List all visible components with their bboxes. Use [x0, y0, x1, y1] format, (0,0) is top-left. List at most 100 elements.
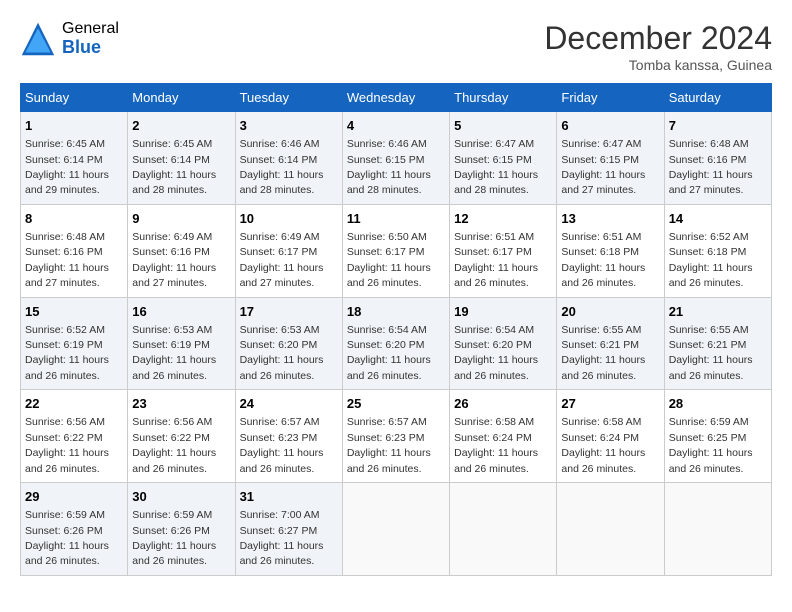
- calendar-table: Sunday Monday Tuesday Wednesday Thursday…: [20, 83, 772, 576]
- col-sunday: Sunday: [21, 84, 128, 112]
- day-number: 7: [669, 117, 767, 135]
- calendar-cell-3: 3Sunrise: 6:46 AMSunset: 6:14 PMDaylight…: [235, 112, 342, 205]
- day-info: Sunrise: 6:57 AMSunset: 6:23 PMDaylight:…: [240, 416, 324, 474]
- day-info: Sunrise: 6:59 AMSunset: 6:25 PMDaylight:…: [669, 416, 753, 474]
- day-info: Sunrise: 6:59 AMSunset: 6:26 PMDaylight:…: [132, 509, 216, 567]
- calendar-cell-20: 20 Sunrise: 6:55 AMSunset: 6:21 PMDayligh…: [557, 297, 664, 390]
- day-number: 2: [132, 117, 230, 135]
- calendar-cell-1: 1 Sunrise: 6:45 AMSunset: 6:14 PMDaylight…: [21, 112, 128, 205]
- day-info: Sunrise: 6:45 AMSunset: 6:14 PMDaylight:…: [25, 138, 109, 196]
- day-info: Sunrise: 6:55 AMSunset: 6:21 PMDaylight:…: [669, 324, 753, 382]
- day-number: 14: [669, 210, 767, 228]
- day-number: 9: [132, 210, 230, 228]
- day-number: 23: [132, 395, 230, 413]
- logo-text: GeneralBlue: [62, 20, 119, 57]
- day-info: Sunrise: 6:57 AMSunset: 6:23 PMDaylight:…: [347, 416, 431, 474]
- page-header: GeneralBlue December 2024 Tomba kanssa, …: [20, 20, 772, 73]
- calendar-cell-21: 21 Sunrise: 6:55 AMSunset: 6:21 PMDayligh…: [664, 297, 771, 390]
- day-info: Sunrise: 6:48 AMSunset: 6:16 PMDaylight:…: [669, 138, 753, 196]
- day-number: 24: [240, 395, 338, 413]
- day-info: Sunrise: 6:51 AMSunset: 6:18 PMDaylight:…: [561, 231, 645, 289]
- calendar-cell-29: 29Sunrise: 6:59 AMSunset: 6:26 PMDayligh…: [21, 483, 128, 576]
- col-friday: Friday: [557, 84, 664, 112]
- col-monday: Monday: [128, 84, 235, 112]
- day-number: 27: [561, 395, 659, 413]
- day-number: 5: [454, 117, 552, 135]
- calendar-cell-16: 16Sunrise: 6:53 AMSunset: 6:19 PMDayligh…: [128, 297, 235, 390]
- calendar-cell-24: 24 Sunrise: 6:57 AMSunset: 6:23 PMDayligh…: [235, 390, 342, 483]
- calendar-cell-30: 30Sunrise: 6:59 AMSunset: 6:26 PMDayligh…: [128, 483, 235, 576]
- calendar-cell-31: 31 Sunrise: 7:00 AMSunset: 6:27 PMDayligh…: [235, 483, 342, 576]
- day-info: Sunrise: 6:54 AMSunset: 6:20 PMDaylight:…: [454, 324, 538, 382]
- day-info: Sunrise: 6:49 AMSunset: 6:17 PMDaylight:…: [240, 231, 324, 289]
- calendar-cell-6: 6Sunrise: 6:47 AMSunset: 6:15 PMDaylight…: [557, 112, 664, 205]
- logo-blue: Blue: [62, 38, 119, 58]
- day-number: 18: [347, 303, 445, 321]
- day-number: 26: [454, 395, 552, 413]
- col-saturday: Saturday: [664, 84, 771, 112]
- day-number: 21: [669, 303, 767, 321]
- day-number: 25: [347, 395, 445, 413]
- calendar-cell-7: 7 Sunrise: 6:48 AMSunset: 6:16 PMDaylight…: [664, 112, 771, 205]
- calendar-row-4: 29Sunrise: 6:59 AMSunset: 6:26 PMDayligh…: [21, 483, 772, 576]
- day-number: 1: [25, 117, 123, 135]
- day-info: Sunrise: 6:59 AMSunset: 6:26 PMDaylight:…: [25, 509, 109, 567]
- calendar-cell-25: 25 Sunrise: 6:57 AMSunset: 6:23 PMDayligh…: [342, 390, 449, 483]
- calendar-cell-27: 27 Sunrise: 6:58 AMSunset: 6:24 PMDayligh…: [557, 390, 664, 483]
- day-info: Sunrise: 6:54 AMSunset: 6:20 PMDaylight:…: [347, 324, 431, 382]
- month-title: December 2024: [544, 20, 772, 57]
- calendar-cell-23: 23 Sunrise: 6:56 AMSunset: 6:22 PMDayligh…: [128, 390, 235, 483]
- day-number: 20: [561, 303, 659, 321]
- calendar-cell-14: 14 Sunrise: 6:52 AMSunset: 6:18 PMDayligh…: [664, 204, 771, 297]
- col-thursday: Thursday: [450, 84, 557, 112]
- day-info: Sunrise: 6:51 AMSunset: 6:17 PMDaylight:…: [454, 231, 538, 289]
- calendar-cell-empty-4-5: [557, 483, 664, 576]
- day-number: 10: [240, 210, 338, 228]
- day-info: Sunrise: 6:46 AMSunset: 6:14 PMDaylight:…: [240, 138, 324, 196]
- day-info: Sunrise: 6:52 AMSunset: 6:18 PMDaylight:…: [669, 231, 753, 289]
- calendar-cell-empty-4-4: [450, 483, 557, 576]
- day-number: 17: [240, 303, 338, 321]
- calendar-cell-9: 9Sunrise: 6:49 AMSunset: 6:16 PMDaylight…: [128, 204, 235, 297]
- calendar-cell-empty-4-6: [664, 483, 771, 576]
- calendar-cell-4: 4 Sunrise: 6:46 AMSunset: 6:15 PMDaylight…: [342, 112, 449, 205]
- day-number: 4: [347, 117, 445, 135]
- header-row: Sunday Monday Tuesday Wednesday Thursday…: [21, 84, 772, 112]
- day-info: Sunrise: 6:53 AMSunset: 6:20 PMDaylight:…: [240, 324, 324, 382]
- calendar-row-2: 15Sunrise: 6:52 AMSunset: 6:19 PMDayligh…: [21, 297, 772, 390]
- calendar-cell-11: 11Sunrise: 6:50 AMSunset: 6:17 PMDayligh…: [342, 204, 449, 297]
- day-number: 8: [25, 210, 123, 228]
- day-number: 13: [561, 210, 659, 228]
- day-number: 16: [132, 303, 230, 321]
- calendar-cell-17: 17 Sunrise: 6:53 AMSunset: 6:20 PMDayligh…: [235, 297, 342, 390]
- day-info: Sunrise: 6:56 AMSunset: 6:22 PMDaylight:…: [25, 416, 109, 474]
- logo-icon: [20, 21, 56, 57]
- calendar-cell-2: 2Sunrise: 6:45 AMSunset: 6:14 PMDaylight…: [128, 112, 235, 205]
- calendar-cell-28: 28 Sunrise: 6:59 AMSunset: 6:25 PMDayligh…: [664, 390, 771, 483]
- day-info: Sunrise: 6:46 AMSunset: 6:15 PMDaylight:…: [347, 138, 431, 196]
- day-number: 19: [454, 303, 552, 321]
- day-info: Sunrise: 6:58 AMSunset: 6:24 PMDaylight:…: [454, 416, 538, 474]
- title-block: December 2024 Tomba kanssa, Guinea: [544, 20, 772, 73]
- day-info: Sunrise: 6:55 AMSunset: 6:21 PMDaylight:…: [561, 324, 645, 382]
- location-title: Tomba kanssa, Guinea: [544, 57, 772, 73]
- calendar-cell-empty-4-3: [342, 483, 449, 576]
- calendar-cell-15: 15Sunrise: 6:52 AMSunset: 6:19 PMDayligh…: [21, 297, 128, 390]
- col-tuesday: Tuesday: [235, 84, 342, 112]
- day-number: 31: [240, 488, 338, 506]
- calendar-row-1: 8Sunrise: 6:48 AMSunset: 6:16 PMDaylight…: [21, 204, 772, 297]
- day-info: Sunrise: 6:47 AMSunset: 6:15 PMDaylight:…: [561, 138, 645, 196]
- day-number: 28: [669, 395, 767, 413]
- day-number: 11: [347, 210, 445, 228]
- calendar-cell-13: 13 Sunrise: 6:51 AMSunset: 6:18 PMDayligh…: [557, 204, 664, 297]
- day-info: Sunrise: 6:56 AMSunset: 6:22 PMDaylight:…: [132, 416, 216, 474]
- calendar-row-0: 1 Sunrise: 6:45 AMSunset: 6:14 PMDaylight…: [21, 112, 772, 205]
- calendar-cell-19: 19 Sunrise: 6:54 AMSunset: 6:20 PMDayligh…: [450, 297, 557, 390]
- day-number: 12: [454, 210, 552, 228]
- day-info: Sunrise: 6:58 AMSunset: 6:24 PMDaylight:…: [561, 416, 645, 474]
- day-info: Sunrise: 7:00 AMSunset: 6:27 PMDaylight:…: [240, 509, 324, 567]
- calendar-cell-10: 10 Sunrise: 6:49 AMSunset: 6:17 PMDayligh…: [235, 204, 342, 297]
- col-wednesday: Wednesday: [342, 84, 449, 112]
- calendar-cell-12: 12 Sunrise: 6:51 AMSunset: 6:17 PMDayligh…: [450, 204, 557, 297]
- day-info: Sunrise: 6:52 AMSunset: 6:19 PMDaylight:…: [25, 324, 109, 382]
